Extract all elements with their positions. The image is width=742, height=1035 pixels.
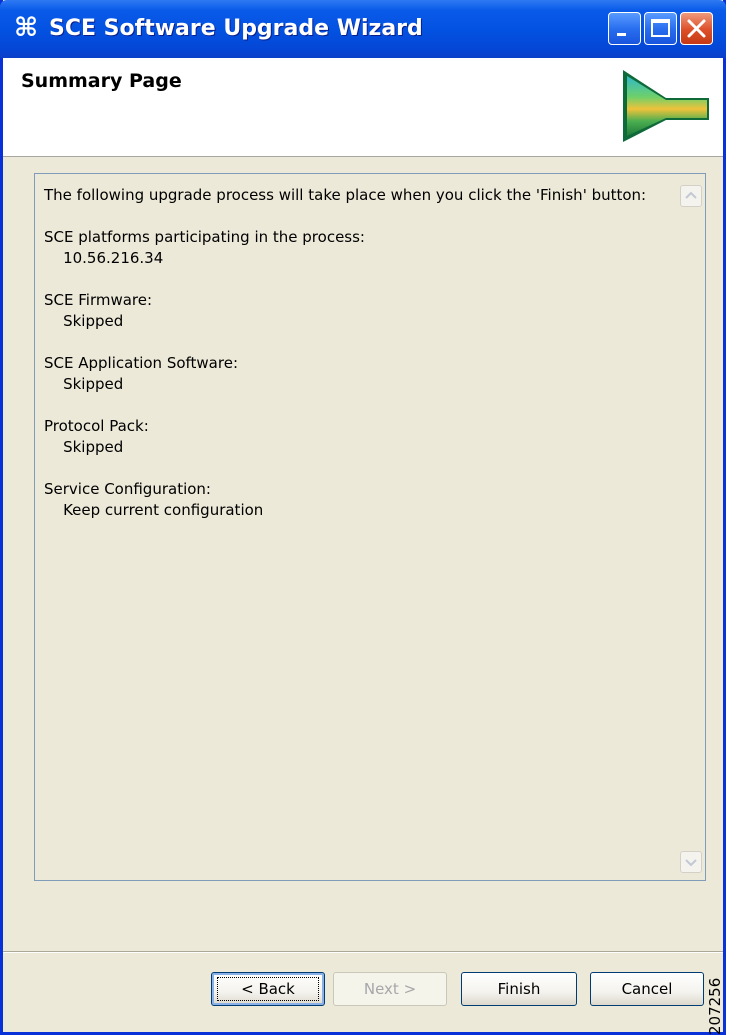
cancel-button-label: Cancel — [621, 980, 673, 998]
section-value-firmware: Skipped — [63, 312, 124, 330]
maximize-button[interactable] — [644, 12, 677, 45]
section-heading-protocol-pack: Protocol Pack: — [44, 417, 149, 435]
vertical-scrollbar[interactable] — [678, 175, 704, 879]
footer-separator — [3, 951, 723, 953]
window-title: SCE Software Upgrade Wizard — [49, 16, 423, 41]
wizard-banner-icon — [623, 70, 709, 142]
summary-intro: The following upgrade process will take … — [44, 186, 647, 204]
finish-button-label: Finish — [497, 980, 541, 998]
maximize-icon — [651, 19, 670, 37]
page-title: Summary Page — [21, 70, 182, 92]
back-button[interactable]: < Back — [211, 972, 325, 1006]
section-heading-service-config: Service Configuration: — [44, 480, 211, 498]
back-button-label: < Back — [241, 980, 295, 998]
section-value-app-software: Skipped — [63, 375, 124, 393]
app-icon: ⌘ — [14, 13, 39, 43]
chevron-up-icon — [685, 191, 697, 199]
section-heading-platforms: SCE platforms participating in the proce… — [44, 228, 365, 246]
scroll-down-button[interactable] — [680, 851, 702, 873]
wizard-header: Summary Page — [3, 58, 723, 157]
chevron-down-icon — [685, 859, 697, 867]
figure-number: 207256 — [706, 977, 724, 1035]
wizard-window: ⌘ SCE Software Upgrade Wizard Summary Pa… — [0, 0, 726, 1035]
section-heading-firmware: SCE Firmware: — [44, 291, 153, 309]
section-value-service-config: Keep current configuration — [63, 501, 264, 519]
next-button-label: Next > — [363, 980, 417, 998]
next-button[interactable]: Next > — [333, 972, 447, 1006]
section-value-platforms: 10.56.216.34 — [63, 249, 164, 267]
section-value-protocol-pack: Skipped — [63, 438, 124, 456]
close-icon — [687, 19, 706, 38]
title-bar[interactable]: ⌘ SCE Software Upgrade Wizard — [0, 0, 726, 58]
finish-button[interactable]: Finish — [461, 972, 577, 1006]
minimize-icon — [617, 33, 626, 36]
section-heading-app-software: SCE Application Software: — [44, 354, 238, 372]
summary-content: The following upgrade process will take … — [44, 185, 664, 521]
close-button[interactable] — [680, 12, 713, 45]
summary-text-area[interactable]: The following upgrade process will take … — [34, 173, 706, 881]
cancel-button[interactable]: Cancel — [590, 972, 704, 1006]
minimize-button[interactable] — [608, 12, 641, 45]
scroll-up-button[interactable] — [680, 185, 702, 207]
